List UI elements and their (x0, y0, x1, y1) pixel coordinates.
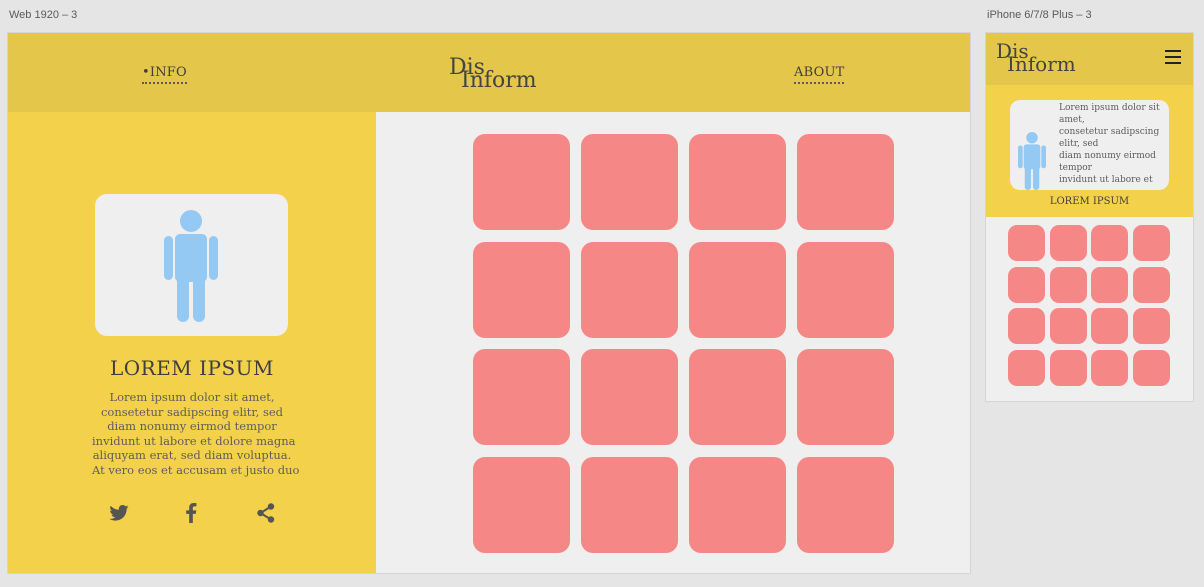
mobile-profile-description: Lorem ipsum dolor sit amet, consetetur s… (1059, 102, 1165, 186)
mobile-grid-tile[interactable] (1091, 308, 1129, 344)
logo[interactable]: Dis Inform (449, 57, 539, 97)
logo-text-inform: Inform (461, 68, 537, 93)
mobile-grid-tile[interactable] (1008, 308, 1045, 344)
mobile-profile-card: Lorem ipsum dolor sit amet, consetetur s… (1010, 100, 1169, 190)
profile-sidebar: LOREM IPSUM Lorem ipsum dolor sit amet, … (8, 112, 376, 573)
mobile-grid-tile[interactable] (1091, 349, 1129, 386)
hamburger-menu-icon[interactable] (1165, 50, 1181, 64)
mobile-description-line: diam nonumy eirmod (1059, 151, 1156, 161)
mobile-description-line: elitr, sed (1059, 139, 1099, 149)
grid-tile[interactable] (797, 456, 894, 553)
web-artboard-label: Web 1920 – 3 (9, 9, 78, 21)
grid-tile[interactable] (581, 456, 678, 553)
mobile-grid-tile[interactable] (1133, 266, 1171, 303)
mobile-grid-tile[interactable] (1049, 266, 1087, 303)
twitter-button[interactable] (108, 502, 130, 524)
grid-tile[interactable] (473, 241, 570, 338)
profile-title: LOREM IPSUM (109, 356, 275, 380)
grid-tile[interactable] (473, 456, 570, 553)
share-icon (257, 503, 275, 523)
mobile-artboard: Dis Inform Lorem ipsum dolor sit amet, c… (985, 32, 1194, 402)
share-button[interactable] (255, 502, 277, 524)
mobile-grid-tile[interactable] (1049, 308, 1087, 344)
mobile-grid-tile[interactable] (1091, 266, 1129, 303)
profile-description-line: aliquyam erat, sed diam voluptua. (92, 448, 292, 462)
grid-tile[interactable] (581, 241, 678, 338)
profile-description: Lorem ipsum dolor sit amet, consetetur s… (92, 390, 300, 477)
mobile-description-line: Lorem ipsum dolor sit (1059, 103, 1160, 113)
mobile-description-line: consetetur sadipscing (1059, 127, 1160, 137)
mobile-grid-tile[interactable] (1133, 349, 1171, 386)
grid-tile[interactable] (797, 349, 894, 445)
grid-tile[interactable] (689, 456, 786, 553)
mobile-grid-tile[interactable] (1133, 225, 1171, 261)
person-icon (164, 210, 218, 322)
grid-tile[interactable] (797, 134, 894, 230)
twitter-icon (109, 505, 129, 521)
grid-tile[interactable] (689, 349, 786, 445)
profile-description-line: diam nonumy eirmod tempor (107, 419, 277, 433)
grid-tile[interactable] (797, 241, 894, 338)
person-icon (1018, 132, 1046, 190)
mobile-grid-tile[interactable] (1133, 308, 1171, 344)
mobile-description-line: invidunt ut labore et (1059, 175, 1153, 185)
mobile-profile-title: LOREM IPSUM (1049, 196, 1130, 207)
mobile-grid-tile[interactable] (1008, 349, 1045, 386)
web-header: •INFO Dis Inform ABOUT (8, 33, 970, 112)
profile-description-line: Lorem ipsum dolor sit amet, (109, 390, 275, 404)
mobile-header: Dis Inform (986, 33, 1193, 85)
grid-tile[interactable] (689, 241, 786, 338)
mobile-artboard-label: iPhone 6/7/8 Plus – 3 (987, 9, 1092, 21)
mobile-grid-tile[interactable] (1091, 225, 1129, 261)
facebook-icon (186, 503, 197, 523)
nav-about-link[interactable]: ABOUT (794, 65, 845, 84)
facebook-button[interactable] (180, 502, 202, 524)
grid-tile[interactable] (581, 134, 678, 230)
mobile-description-line: amet, (1059, 115, 1085, 125)
grid-tile[interactable] (689, 134, 786, 230)
mobile-grid-tile[interactable] (1049, 225, 1087, 261)
grid-tile[interactable] (473, 349, 570, 445)
web-artboard: •INFO Dis Inform ABOUT LOREM IPSUM Lorem… (7, 32, 971, 574)
profile-description-line: consetetur sadipscing elitr, sed (100, 404, 284, 419)
grid-tile[interactable] (473, 134, 570, 230)
mobile-grid-tile[interactable] (1049, 349, 1087, 386)
mobile-grid-tile[interactable] (1008, 266, 1045, 303)
logo-text-inform: Inform (1007, 52, 1076, 76)
nav-info-link[interactable]: •INFO (142, 65, 187, 84)
profile-card (95, 194, 288, 336)
mobile-grid-tile[interactable] (1008, 225, 1045, 261)
profile-description-line: At vero eos et accusam et justo duo (92, 462, 300, 477)
profile-description-line: invidunt ut labore et dolore magna (92, 433, 296, 448)
mobile-description-line: tempor (1059, 163, 1092, 173)
mobile-logo[interactable]: Dis Inform (996, 41, 1086, 77)
mobile-profile-section: Lorem ipsum dolor sit amet, consetetur s… (986, 85, 1193, 217)
grid-tile[interactable] (581, 349, 678, 445)
tile-grid (376, 112, 970, 573)
